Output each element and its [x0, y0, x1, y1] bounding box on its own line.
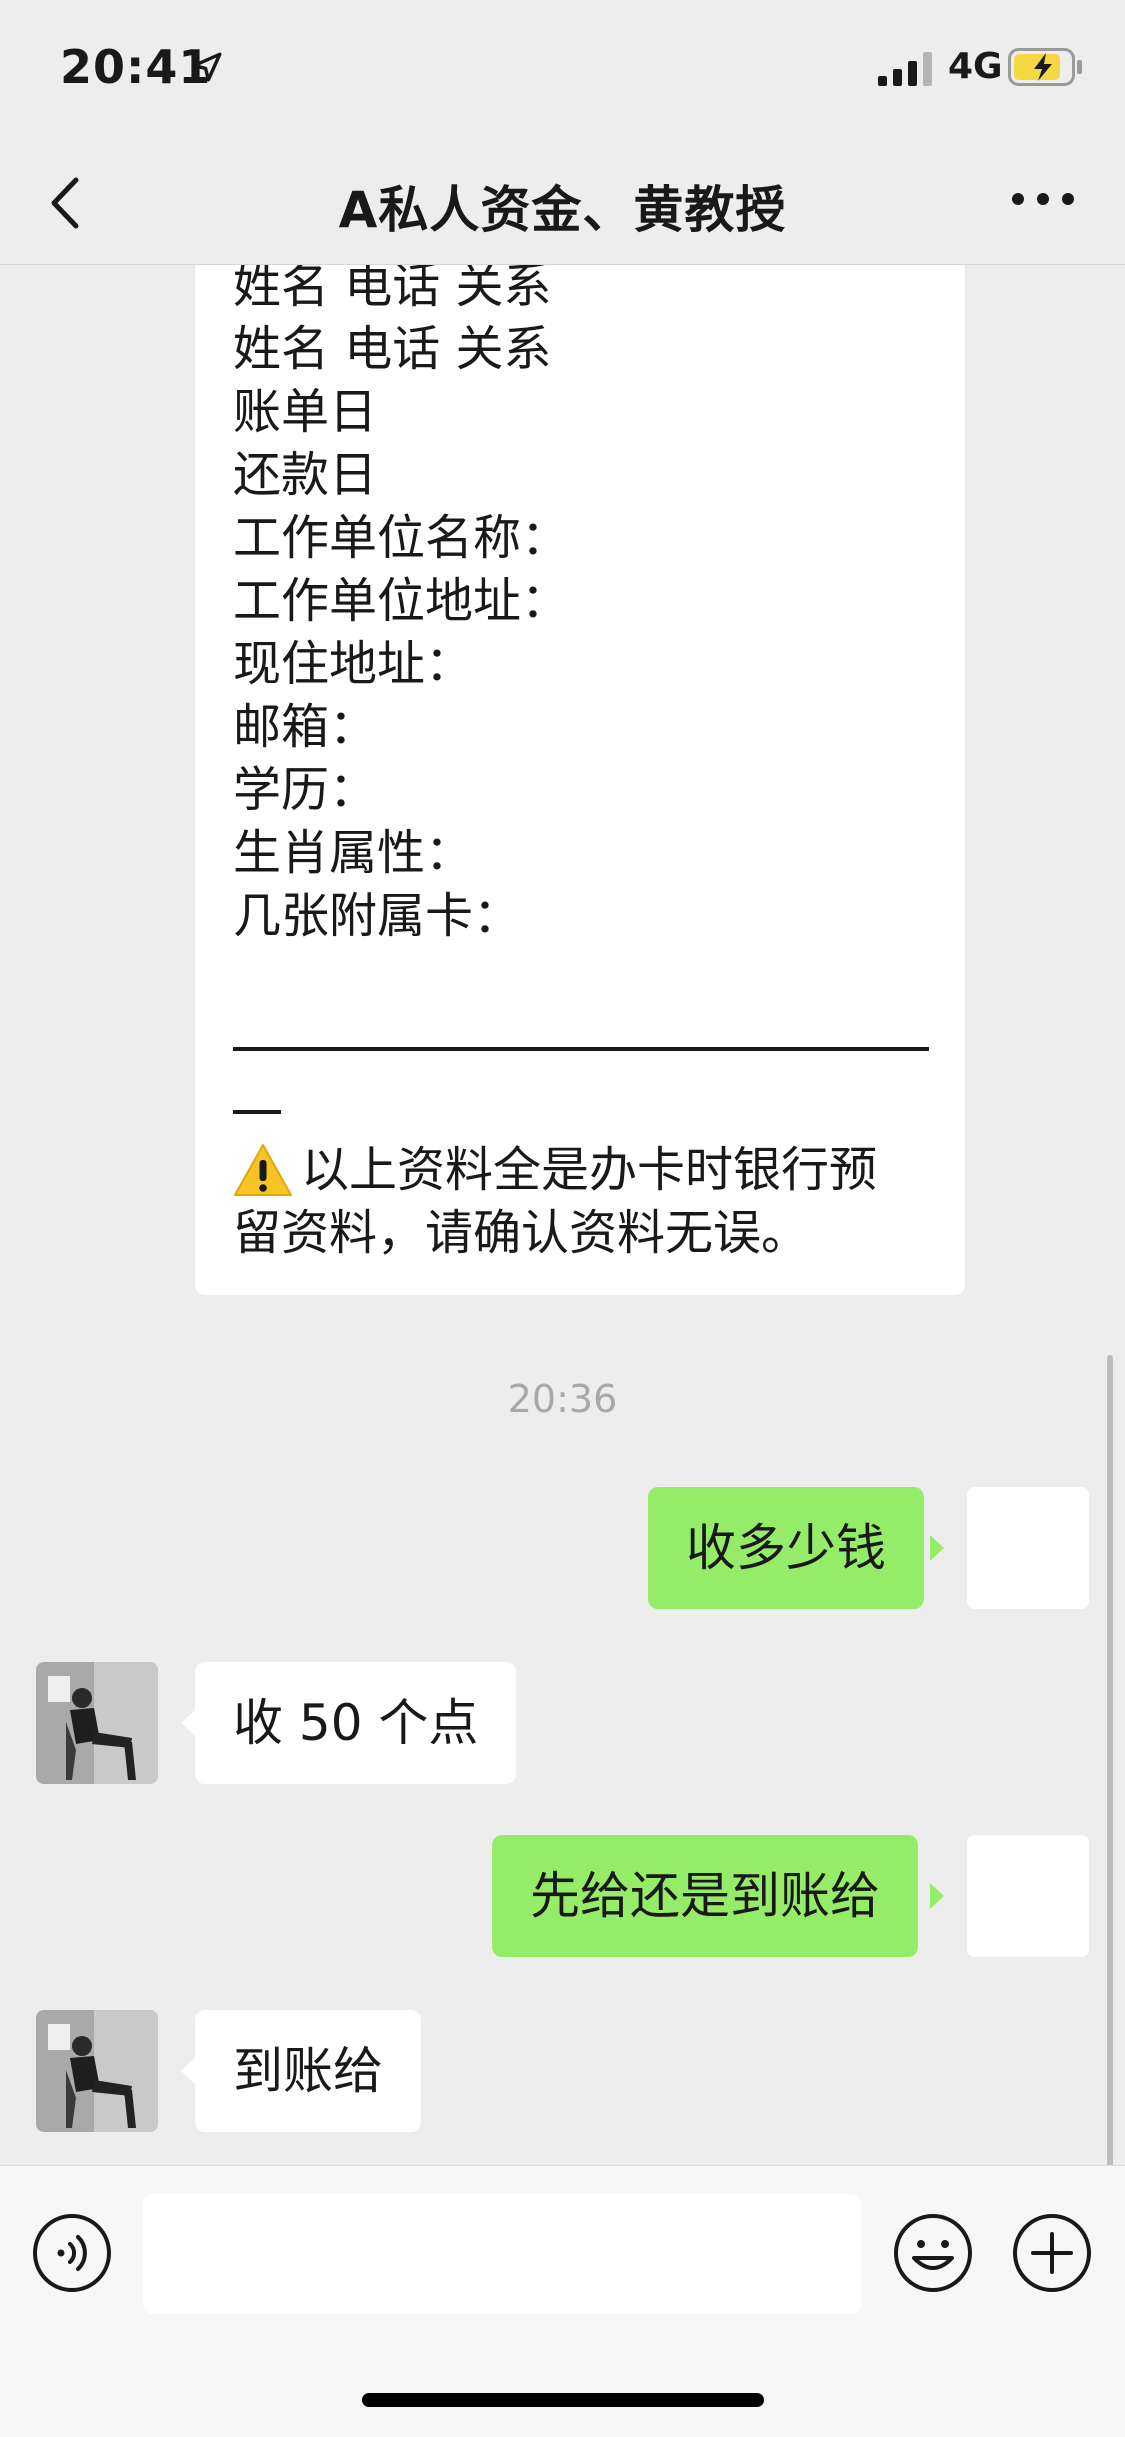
more-dots-icon[interactable] — [1008, 184, 1078, 214]
info-line: 还款日 — [233, 447, 378, 503]
input-bar — [0, 2165, 1125, 2437]
contact-avatar[interactable] — [36, 2010, 158, 2132]
message-input[interactable] — [143, 2194, 861, 2314]
self-avatar[interactable] — [967, 1835, 1089, 1957]
info-line: 邮箱： — [233, 699, 378, 755]
network-type: 4G — [948, 46, 1003, 87]
bubble-tail — [930, 1883, 944, 1909]
info-line: 几张附属卡： — [233, 888, 522, 944]
bubble-tail — [181, 1710, 195, 1736]
warning-icon — [234, 1144, 292, 1196]
notice-text: 留资料，请确认资料无误。 — [233, 1205, 810, 1261]
underline-divider — [233, 1110, 281, 1114]
info-line: 工作单位地址： — [233, 573, 570, 629]
info-line: 学历： — [233, 762, 378, 818]
info-line: 账单日 — [233, 384, 378, 440]
avatar-photo-icon — [36, 1662, 158, 1784]
info-line: 生肖属性： — [233, 825, 474, 881]
plus-icon[interactable] — [1011, 2212, 1093, 2294]
info-line: 姓名 电话 关系 — [233, 321, 552, 377]
home-indicator[interactable] — [362, 2393, 764, 2407]
info-line: 工作单位名称： — [233, 510, 570, 566]
emoji-icon[interactable] — [892, 2212, 974, 2294]
sent-message-bubble[interactable]: 收多少钱 — [648, 1487, 924, 1609]
self-avatar[interactable] — [967, 1487, 1089, 1609]
sent-message-bubble[interactable]: 先给还是到账给 — [492, 1835, 918, 1957]
signal-icon — [878, 52, 932, 86]
received-message-bubble[interactable]: 收 50 个点 — [195, 1662, 517, 1784]
status-time: 20:41 — [60, 40, 212, 94]
voice-icon[interactable] — [31, 2212, 113, 2294]
contact-avatar[interactable] — [36, 1662, 158, 1784]
underline-divider — [233, 1047, 929, 1051]
bubble-tail — [930, 1535, 944, 1561]
message-list[interactable]: 姓名 电话 关系 姓名 电话 关系 账单日 还款日 工作单位名称： 工作单位地址… — [0, 265, 1125, 2165]
received-message-bubble[interactable]: 到账给 — [195, 2010, 421, 2132]
status-bar: 20:41 4G — [0, 0, 1125, 140]
info-line: 现住地址： — [233, 636, 474, 692]
chat-header: A私人资金、黄教授 — [0, 140, 1125, 265]
bubble-tail — [181, 2058, 195, 2084]
battery-charging-icon — [1008, 48, 1082, 86]
avatar-photo-icon — [36, 2010, 158, 2132]
info-line: 姓名 电话 关系 — [233, 265, 552, 314]
scrollbar[interactable] — [1107, 1355, 1113, 2165]
chat-title: A私人资金、黄教授 — [338, 181, 787, 239]
info-request-message[interactable]: 姓名 电话 关系 姓名 电话 关系 账单日 还款日 工作单位名称： 工作单位地址… — [195, 265, 965, 1295]
location-arrow-icon — [192, 52, 222, 82]
notice-text: 以上资料全是办卡时银行预 — [301, 1142, 878, 1198]
message-timestamp: 20:36 — [507, 1377, 618, 1421]
